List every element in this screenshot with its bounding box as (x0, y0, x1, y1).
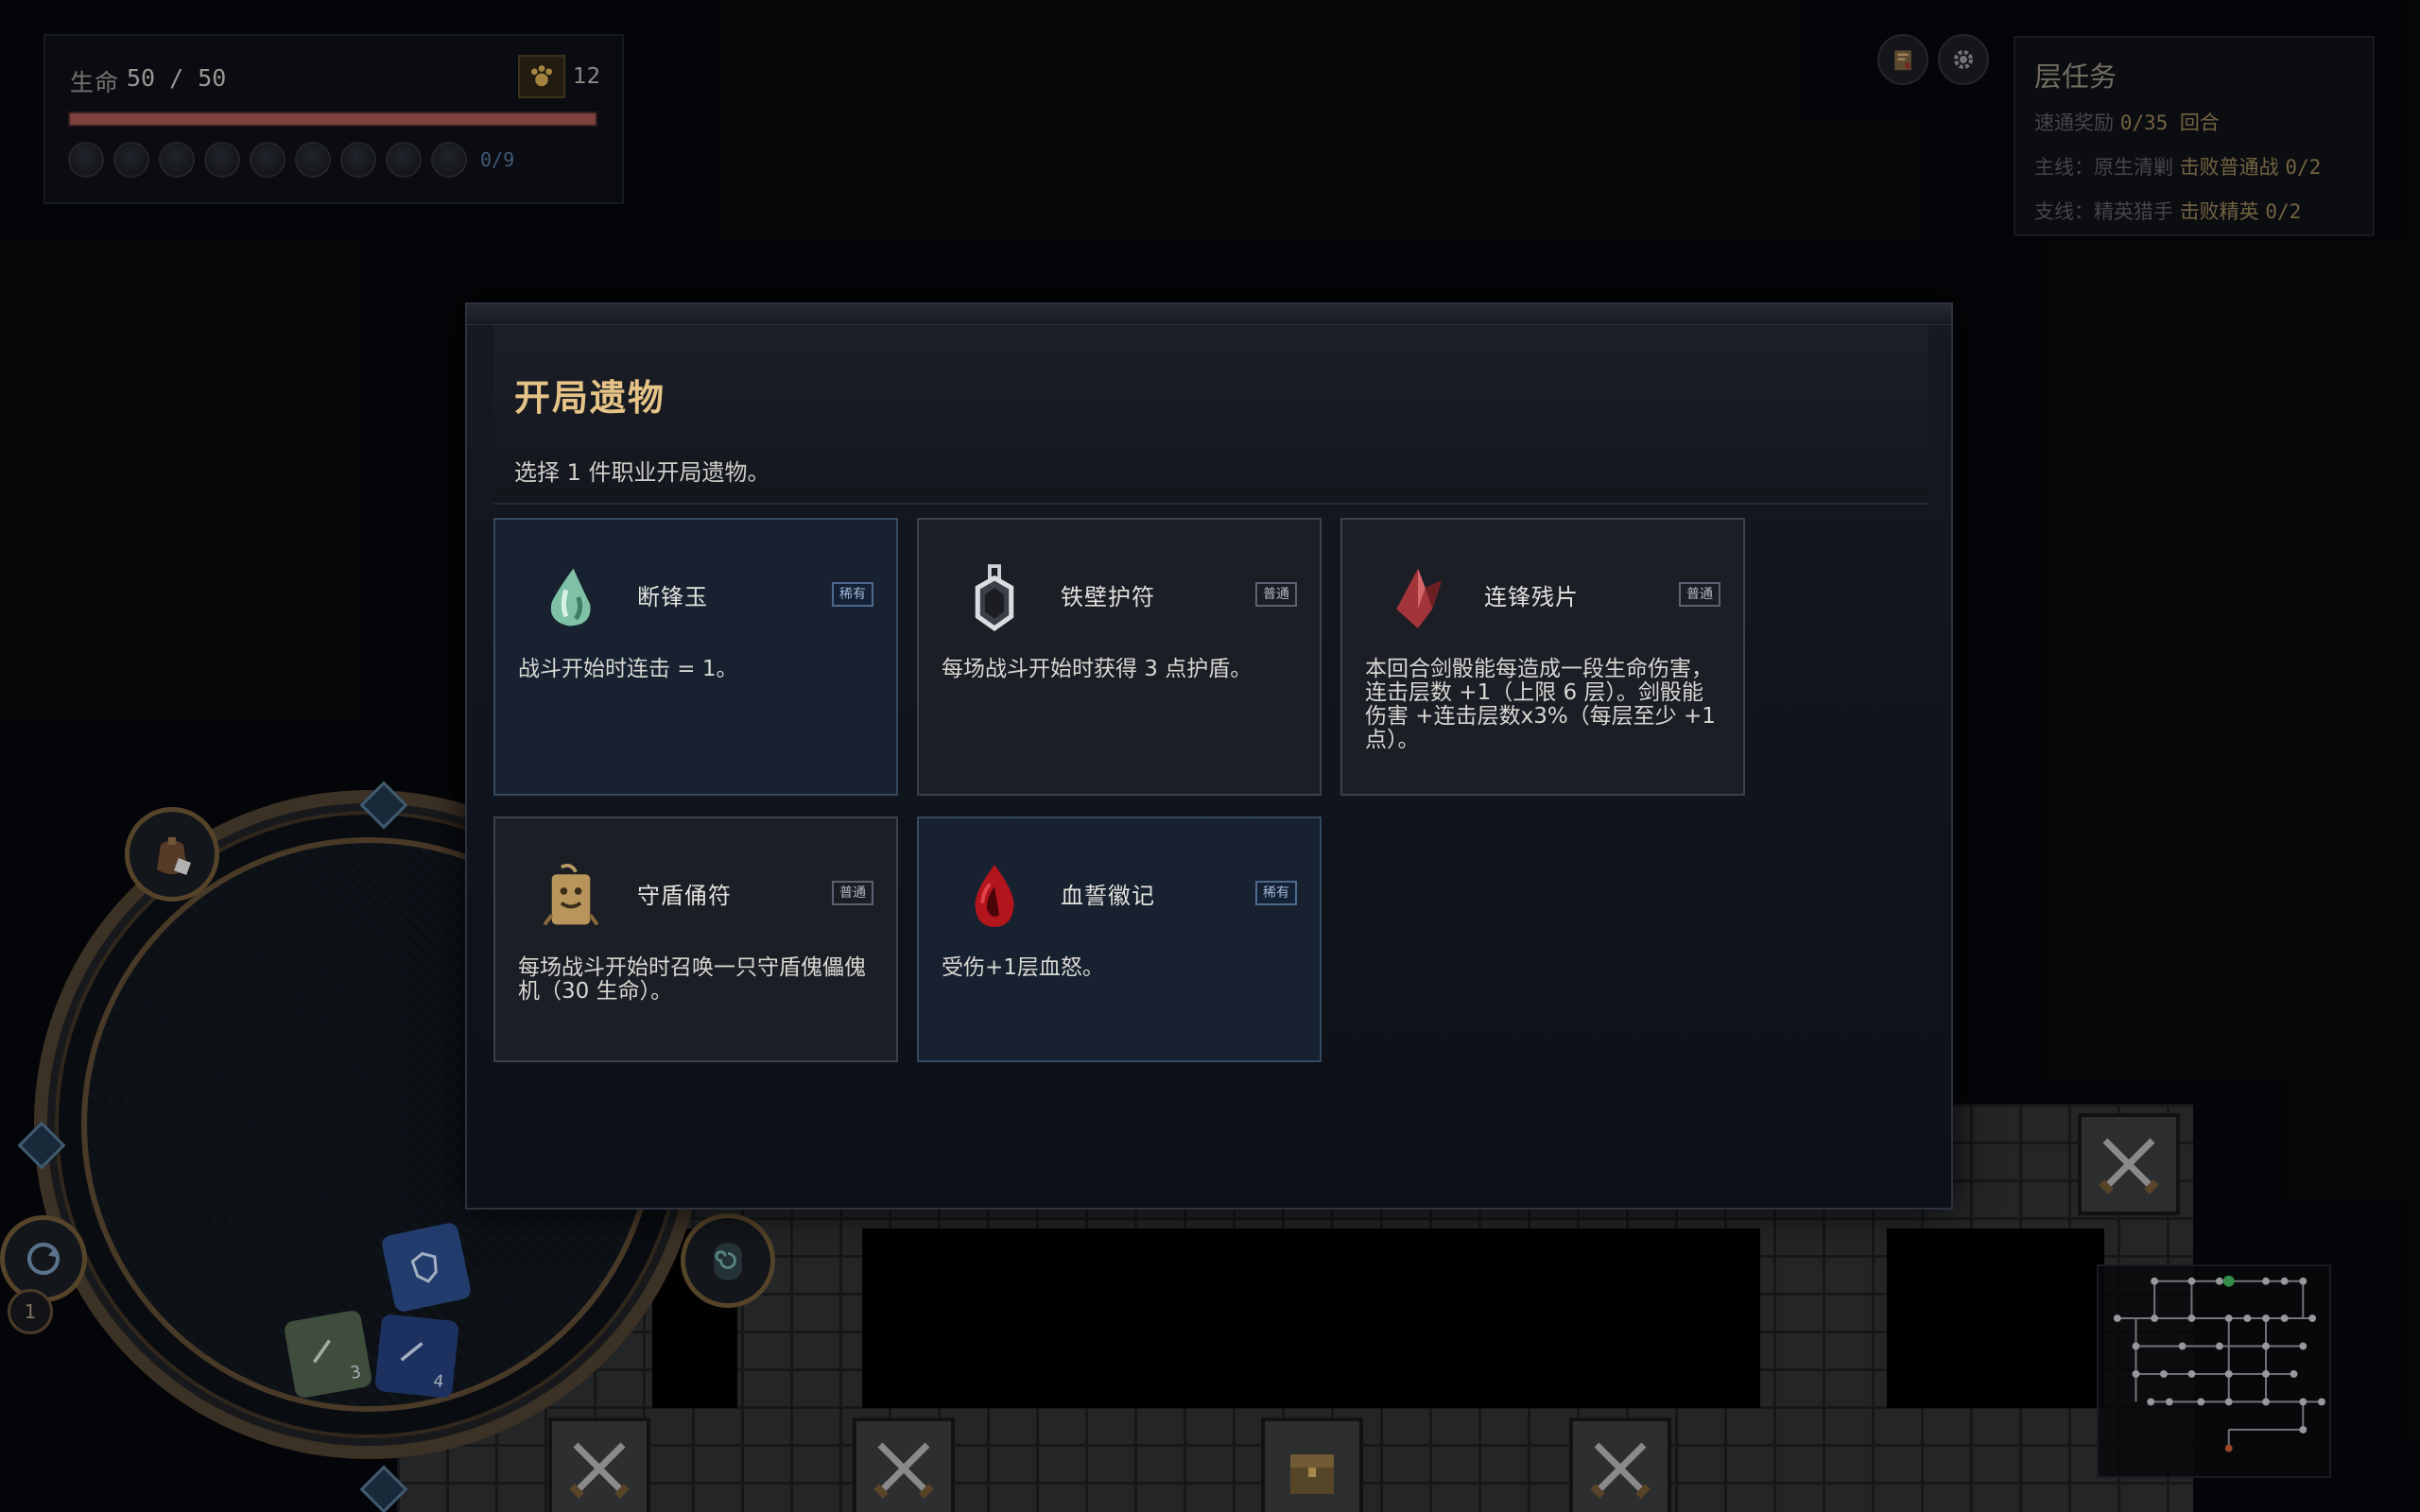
rarity-tag: 普通 (832, 881, 873, 905)
relic-name: 断锋玉 (637, 584, 708, 610)
jade-drop-icon (533, 559, 609, 635)
relic-name: 连锋残片 (1484, 584, 1579, 610)
starting-relic-dialog: 开局遗物 选择 1 件职业开局遗物。 断锋玉 稀有 战斗开始时连击 = 1。 铁… (465, 302, 1953, 1210)
relic-card-lianfengcanpian[interactable]: 连锋残片 普通 本回合剑骰能每造成一段生命伤害，连击层数 +1（上限 6 层）。… (1340, 518, 1745, 796)
relic-description: 本回合剑骰能每造成一段生命伤害，连击层数 +1（上限 6 层）。剑骰能伤害 +连… (1365, 657, 1716, 752)
relic-description: 每场战斗开始时获得 3 点护盾。 (942, 657, 1253, 681)
iron-amulet-icon (957, 559, 1032, 635)
relic-name: 铁壁护符 (1061, 584, 1155, 610)
relic-name: 血誓徽记 (1061, 883, 1155, 909)
blood-drop-icon (957, 858, 1032, 934)
relic-card-tiebihufu[interactable]: 铁壁护符 普通 每场战斗开始时获得 3 点护盾。 (917, 518, 1322, 796)
dialog-subtitle: 选择 1 件职业开局遗物。 (514, 459, 770, 486)
dialog-title: 开局遗物 (514, 376, 666, 419)
relic-description: 每场战斗开始时召唤一只守盾傀儡傀机（30 生命）。 (518, 955, 866, 1004)
relic-card-xueshihuiji[interactable]: 血誓徽记 稀有 受伤+1层血怒。 (917, 816, 1322, 1062)
relic-name: 守盾俑符 (637, 883, 732, 909)
rarity-tag: 普通 (1255, 582, 1297, 607)
relic-description: 受伤+1层血怒。 (942, 955, 1104, 980)
puppet-talisman-icon (533, 858, 609, 934)
relic-card-duanfengyu[interactable]: 断锋玉 稀有 战斗开始时连击 = 1。 (493, 518, 898, 796)
red-crystal-shard-icon (1380, 559, 1456, 635)
dialog-header: 开局遗物 选择 1 件职业开局遗物。 (493, 325, 1928, 505)
dialog-top-strip (467, 304, 1951, 325)
rarity-tag: 稀有 (832, 582, 873, 607)
relic-card-shoudunyongfu[interactable]: 守盾俑符 普通 每场战斗开始时召唤一只守盾傀儡傀机（30 生命）。 (493, 816, 898, 1062)
rarity-tag: 稀有 (1255, 881, 1297, 905)
relic-description: 战斗开始时连击 = 1。 (518, 657, 738, 681)
rarity-tag: 普通 (1679, 582, 1720, 607)
